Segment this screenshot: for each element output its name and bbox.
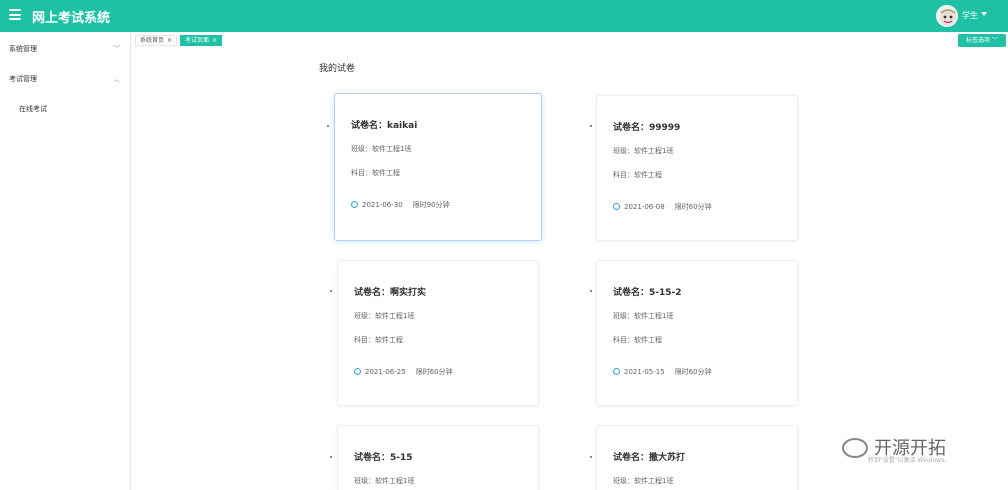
exam-time-limit: 限时60分钟 [415, 368, 453, 376]
tab-label: 系统首页 [140, 37, 165, 44]
sidebar-group-label: 系统管理 [9, 45, 37, 53]
page-title: 我的试卷 [319, 64, 356, 74]
exam-class: 班级：软件工程1班 [613, 312, 674, 320]
exam-name: 试卷名：撒大苏打 [613, 453, 686, 463]
hamburger-menu-icon[interactable] [9, 9, 21, 20]
exam-subject: 科目：软件工程 [351, 169, 400, 177]
exam-subject: 科目：软件工程 [613, 171, 662, 179]
list-bullet [590, 290, 592, 292]
chevron-up-icon: ︿ [113, 75, 120, 83]
windows-activation-notice: 转到"设置"以激活 Windows。 [868, 457, 951, 464]
tag-options-button[interactable]: 标签选项 ﹀ [958, 34, 1006, 47]
clock-icon [354, 368, 361, 375]
exam-meta: 2021-06-25 限时60分钟 [354, 367, 453, 377]
user-avatar[interactable] [936, 5, 958, 27]
tab-exam-page[interactable]: 考试页面 × [180, 35, 223, 46]
exam-card[interactable]: 试卷名：啊实打实 班级：软件工程1班 科目：软件工程 2021-06-25 限时6… [337, 260, 539, 406]
list-bullet [330, 456, 332, 458]
tag-options-label: 标签选项 [966, 37, 991, 44]
exam-meta: 2021-05-15 限时60分钟 [613, 367, 712, 377]
exam-class: 班级：软件工程1班 [613, 477, 674, 485]
exam-class: 班级：软件工程1班 [351, 145, 412, 153]
exam-card[interactable]: 试卷名：kaikai 班级：软件工程1班 科目：软件工程 2021-06-30 限… [334, 93, 542, 241]
user-dropdown-caret-icon[interactable] [981, 12, 987, 16]
exam-card[interactable]: 试卷名：撒大苏打 班级：软件工程1班 [596, 425, 798, 490]
exam-time-limit: 限时60分钟 [674, 368, 712, 376]
exam-date: 2021-06-30 [362, 201, 403, 209]
exam-card[interactable]: 试卷名：5-15-2 班级：软件工程1班 科目：软件工程 2021-05-15 限… [596, 260, 798, 406]
tab-label: 考试页面 [185, 37, 210, 44]
watermark: 开源开拓 转到"设置"以激活 Windows。 [838, 430, 998, 470]
list-bullet [327, 125, 329, 127]
exam-date: 2021-06-25 [365, 368, 406, 376]
exam-class: 班级：软件工程1班 [354, 312, 415, 320]
list-bullet [590, 125, 592, 127]
exam-time-limit: 限时90分钟 [412, 201, 450, 209]
exam-date: 2021-05-15 [624, 368, 665, 376]
exam-date: 2021-06-08 [624, 203, 665, 211]
exam-card[interactable]: 试卷名：99999 班级：软件工程1班 科目：软件工程 2021-06-08 限时… [596, 95, 798, 241]
close-icon[interactable]: × [212, 37, 217, 44]
exam-card[interactable]: 试卷名：5-15 班级：软件工程1班 [337, 425, 539, 490]
list-bullet [590, 456, 592, 458]
chevron-down-icon: ﹀ [113, 45, 120, 53]
sidebar-group-exam[interactable]: 考试管理 ︿ [0, 64, 131, 92]
clock-icon [613, 368, 620, 375]
exam-name: 试卷名：啊实打实 [354, 288, 427, 298]
exam-subject: 科目：软件工程 [613, 336, 662, 344]
tab-home[interactable]: 系统首页 × [135, 35, 178, 46]
wechat-logo-icon [842, 438, 868, 458]
sidebar-group-system[interactable]: 系统管理 ﹀ [0, 34, 131, 62]
sidebar: 系统管理 ﹀ 考试管理 ︿ 在线考试 [0, 32, 131, 490]
list-bullet [330, 290, 332, 292]
top-bar: 网上考试系统 学生 [0, 0, 1008, 32]
exam-subject: 科目：软件工程 [354, 336, 403, 344]
close-icon[interactable]: × [167, 37, 172, 44]
app-title: 网上考试系统 [32, 11, 111, 26]
sidebar-item-label: 在线考试 [19, 105, 47, 113]
tags-bar: 系统首页 × 考试页面 × [131, 32, 1008, 48]
exam-name: 试卷名：99999 [613, 123, 681, 133]
exam-meta: 2021-06-08 限时60分钟 [613, 202, 712, 212]
exam-name: 试卷名：5-15 [354, 453, 413, 463]
clock-icon [613, 203, 620, 210]
exam-name: 试卷名：5-15-2 [613, 288, 682, 298]
user-name[interactable]: 学生 [962, 10, 978, 21]
exam-class: 班级：软件工程1班 [613, 147, 674, 155]
exam-name: 试卷名：kaikai [351, 121, 418, 131]
sidebar-item-online-exam[interactable]: 在线考试 [0, 97, 131, 119]
exam-meta: 2021-06-30 限时90分钟 [351, 200, 450, 210]
sidebar-group-label: 考试管理 [9, 75, 37, 83]
clock-icon [351, 201, 358, 208]
exam-time-limit: 限时60分钟 [674, 203, 712, 211]
exam-class: 班级：软件工程1班 [354, 477, 415, 485]
